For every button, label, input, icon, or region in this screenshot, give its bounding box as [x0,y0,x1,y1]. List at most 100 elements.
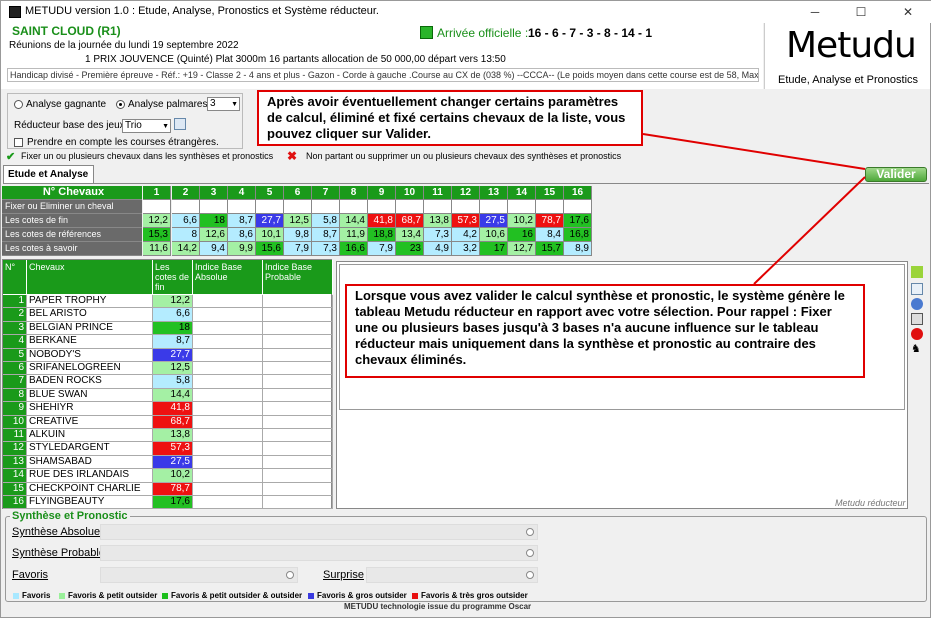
fixer-cell[interactable] [564,200,592,214]
synthese-absolue-radio[interactable] [526,528,534,536]
fixer-cell[interactable] [312,200,340,214]
table-row[interactable]: 4 BERKANE 8,7 [3,335,333,349]
cote-cell: 15,7 [536,242,564,256]
table-row[interactable]: 14 RUE DES IRLANDAIS 10,2 [3,469,333,483]
horse-icon[interactable]: ♞ [911,343,923,355]
cote-cell: 12,2 [143,214,171,228]
fixer-cell[interactable] [284,200,312,214]
horse-indice-absolue [193,496,263,510]
horse-indice-absolue [193,455,263,470]
horse-cote: 68,7 [153,415,193,429]
logo: Metudu [786,25,917,66]
arrivee-result: 16 - 6 - 7 - 3 - 8 - 14 - 1 [528,26,653,40]
surprise-radio[interactable] [526,571,534,579]
cote-cell: 10,1 [256,228,284,242]
palmares-select[interactable]: 3 ▼ [207,97,240,111]
cote-cell: 13,8 [424,214,452,228]
table-row[interactable]: 8 BLUE SWAN 14,4 [3,388,333,403]
fixer-cell[interactable] [228,200,256,214]
table-row[interactable]: 12 STYLEDARGENT 57,3 [3,442,333,456]
horse-indice-absolue [193,469,263,483]
fixer-cell[interactable] [508,200,536,214]
fixer-cell[interactable] [480,200,508,214]
help-icon[interactable] [911,298,923,310]
fixer-cell[interactable] [452,200,480,214]
print-icon[interactable] [911,313,923,325]
horse-cote: 78,7 [153,482,193,496]
horse-indice-probable [263,482,333,496]
table-row[interactable]: 15 CHECKPOINT CHARLIE 78,7 [3,482,333,496]
fixer-cell[interactable] [396,200,424,214]
tab-divider [3,183,929,184]
cote-cell: 12,6 [200,228,228,242]
table-row[interactable]: 6 SRIFANELOGREEN 12,5 [3,362,333,376]
legend-tres-gros-outsider: Favoris & très gros outsider [412,591,528,600]
horse-cote: 8,7 [153,335,193,349]
horse-number: 8 [3,388,27,403]
tab-etude-analyse[interactable]: Etude et Analyse [3,165,94,183]
window-icon[interactable] [911,283,923,295]
table-row[interactable]: 3 BELGIAN PRINCE 18 [3,321,333,336]
horse-name: STYLEDARGENT [27,442,153,456]
horse-name: ALKUIN [27,429,153,443]
record-icon[interactable] [911,328,923,340]
fixer-cell[interactable] [172,200,200,214]
fixer-cell[interactable] [424,200,452,214]
table-row[interactable]: 1 PAPER TROPHY 12,2 [3,295,333,309]
check-icon: ✔ [6,151,16,163]
reducteur-select[interactable]: Trio ▼ [122,119,171,133]
legend-label: Favoris & petit outsider [68,591,158,600]
analyse-gagnante-radio[interactable] [14,100,23,109]
fixer-cell[interactable] [256,200,284,214]
favoris-field[interactable] [100,567,298,583]
table-row[interactable]: 5 NOBODY'S 27,7 [3,348,333,362]
logo-subtitle: Etude, Analyse et Pronostics [778,74,919,86]
callout-reducteur: Lorsque vous avez valider le calcul synt… [345,284,865,378]
analyse-palmares-radio[interactable] [116,100,125,109]
arrivee-label: Arrivée officielle : [437,26,529,40]
maximize-button[interactable]: ☐ [838,1,884,23]
table-header-absolue: Indice Base Absolue [193,260,263,294]
synthese-probable-field[interactable] [100,545,538,561]
table-row[interactable]: 9 SHEHIYR 41,8 [3,402,333,416]
legend-petit-outsider: Favoris & petit outsider [59,591,157,600]
table-row[interactable]: 16 FLYINGBEAUTY 17,6 [3,496,333,510]
grid-row: Les cotes de fin 12,2 6,6 18 8,7 27,7 12,5 5,8 1… [2,214,592,228]
grid-row-label: Les cotes à savoir [2,242,142,256]
horse-cote: 41,8 [153,402,193,416]
cote-cell: 4,9 [424,242,452,256]
cote-cell: 18 [200,214,228,228]
courses-etrangeres-checkbox[interactable] [14,138,23,147]
horse-name: CHECKPOINT CHARLIE [27,482,153,496]
copy-icon[interactable] [174,118,186,130]
synthese-absolue-field[interactable] [100,524,538,540]
table-row[interactable]: 11 ALKUIN 13,8 [3,429,333,443]
table-row[interactable]: 13 SHAMSABAD 27,5 [3,455,333,470]
cote-cell: 8,4 [536,228,564,242]
table-row[interactable]: 2 BEL ARISTO 6,6 [3,308,333,322]
cote-cell: 5,8 [312,214,340,228]
fixer-cell[interactable] [200,200,228,214]
fixer-cell[interactable] [368,200,396,214]
horse-name: CREATIVE [27,415,153,429]
close-button[interactable]: ✕ [885,1,931,23]
fixer-cell[interactable] [536,200,564,214]
grid-row: Les cotes de références 15,3 8 12,6 8,6 10,1 9… [2,228,592,242]
fixer-cell[interactable] [340,200,368,214]
green-square-icon[interactable] [911,266,923,278]
horse-name: BEL ARISTO [27,308,153,322]
valider-button[interactable]: Valider [865,167,927,182]
minimize-button[interactable]: ─ [792,1,838,23]
grid-number: 3 [200,186,228,200]
table-row[interactable]: 10 CREATIVE 68,7 [3,415,333,429]
table-row[interactable]: 7 BADEN ROCKS 5,8 [3,375,333,389]
track-name: SAINT CLOUD (R1) [12,24,121,38]
fixer-cell[interactable] [143,200,171,214]
horse-indice-probable [263,415,333,429]
favoris-radio[interactable] [286,571,294,579]
synthese-probable-radio[interactable] [526,549,534,557]
grid-number: 14 [508,186,536,200]
surprise-field[interactable] [366,567,538,583]
chevron-down-icon: ▼ [162,123,169,130]
legend-outsider: Favoris & petit outsider & outsider [162,591,302,600]
